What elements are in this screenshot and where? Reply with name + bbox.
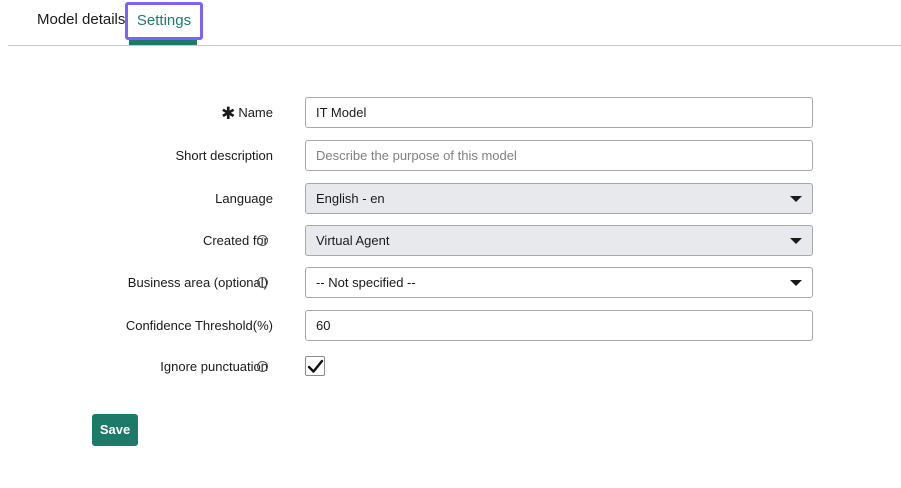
asterisk-icon: ✱ xyxy=(221,104,236,123)
language-select[interactable]: English - en xyxy=(305,183,813,214)
confidence-threshold-label: Confidence Threshold(%) xyxy=(125,318,273,333)
chevron-down-icon xyxy=(790,238,802,244)
ignore-punctuation-row: Ignore punctuation i xyxy=(0,351,901,383)
short-description-row: Short description Describe the purpose o… xyxy=(0,140,901,172)
ignore-punctuation-label: Ignore punctuation xyxy=(160,359,268,374)
name-row: ✱ Name IT Model xyxy=(0,97,901,129)
business-area-label: Business area (optional) xyxy=(127,275,268,290)
save-button[interactable]: Save xyxy=(92,414,138,446)
business-area-value: -- Not specified -- xyxy=(316,275,416,290)
chevron-down-icon xyxy=(790,280,802,286)
created-for-row: Created for i Virtual Agent xyxy=(0,225,901,257)
ignore-punctuation-checkbox[interactable] xyxy=(305,356,325,376)
tab-bar: Model details Settings xyxy=(8,0,901,46)
business-area-select[interactable]: -- Not specified -- xyxy=(305,267,813,298)
tab-settings[interactable]: Settings xyxy=(125,2,203,40)
info-icon[interactable]: i xyxy=(257,235,268,246)
info-icon[interactable]: i xyxy=(257,361,268,372)
created-for-select[interactable]: Virtual Agent xyxy=(305,225,813,256)
info-icon[interactable]: i xyxy=(257,277,268,288)
checkmark-icon xyxy=(307,359,324,373)
confidence-threshold-input[interactable]: 60 xyxy=(305,310,813,341)
short-description-label: Short description xyxy=(175,148,273,163)
business-area-row: Business area (optional) i -- Not specif… xyxy=(0,267,901,299)
language-row: Language English - en xyxy=(0,183,901,215)
tab-model-details[interactable]: Model details xyxy=(37,0,125,45)
confidence-threshold-row: Confidence Threshold(%) 60 xyxy=(0,310,901,342)
short-description-input[interactable]: Describe the purpose of this model xyxy=(305,140,813,171)
chevron-down-icon xyxy=(790,196,802,202)
name-label-wrap: ✱ Name xyxy=(221,97,273,129)
language-value: English - en xyxy=(316,191,385,206)
created-for-value: Virtual Agent xyxy=(316,233,390,248)
name-label: Name xyxy=(238,105,273,120)
active-tab-indicator xyxy=(129,40,197,45)
name-input[interactable]: IT Model xyxy=(305,97,813,128)
language-label: Language xyxy=(215,191,273,206)
